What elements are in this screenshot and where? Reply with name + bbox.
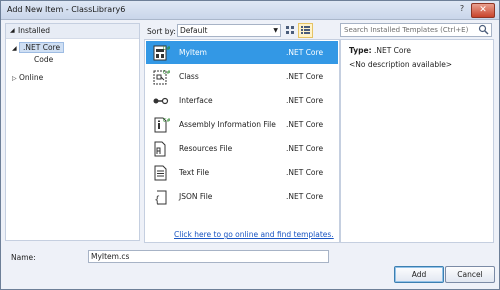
svg-text:C#: C# xyxy=(163,118,170,124)
tree-item-label: Code xyxy=(34,55,54,64)
list-view-button[interactable] xyxy=(298,23,313,38)
template-tag: .NET Core xyxy=(286,48,324,57)
tree-item-code[interactable]: Code xyxy=(34,54,53,65)
online-templates-link[interactable]: Click here to go online and find templat… xyxy=(174,230,334,239)
template-tag: .NET Core xyxy=(286,144,324,153)
title-bar: Add New Item - ClassLibrary6 ? ✕ xyxy=(1,1,499,20)
template-row-resources-file[interactable]: Resources File .NET Core xyxy=(146,137,338,160)
template-name: Interface xyxy=(179,96,213,105)
close-button[interactable]: ✕ xyxy=(471,3,495,18)
help-button[interactable]: ? xyxy=(455,4,469,16)
expand-arrow-icon: ◢ xyxy=(12,45,17,52)
type-label: Type: xyxy=(349,46,372,55)
dropdown-arrow-icon: ▼ xyxy=(273,27,278,34)
text-file-icon xyxy=(154,165,167,181)
tree-item-net-core[interactable]: ◢ .NET Core xyxy=(12,42,65,53)
template-row-myitem[interactable]: C# MyItem .NET Core xyxy=(146,41,338,64)
json-file-icon: { xyxy=(154,190,167,206)
search-placeholder: Search Installed Templates (Ctrl+E) xyxy=(344,26,469,34)
template-row-assembly-info[interactable]: C# Assembly Information File .NET Core xyxy=(146,113,338,136)
template-search-input[interactable]: Search Installed Templates (Ctrl+E) xyxy=(340,23,492,37)
tree-item-label: .NET Core xyxy=(19,42,65,53)
name-label: Name: xyxy=(11,253,36,262)
sort-by-value: Default xyxy=(180,26,208,35)
add-new-item-dialog: Add New Item - ClassLibrary6 ? ✕ ◢ Insta… xyxy=(0,0,500,290)
template-tag: .NET Core xyxy=(286,168,324,177)
svg-text:{: { xyxy=(154,195,160,206)
template-type: Type: .NET Core xyxy=(349,46,411,55)
svg-text:C#: C# xyxy=(163,46,170,52)
template-tag: .NET Core xyxy=(286,96,324,105)
collapse-arrow-icon: ◢ xyxy=(10,27,15,34)
grid-view-icon xyxy=(286,26,294,34)
list-view-icon xyxy=(301,26,310,34)
template-description: <No description available> xyxy=(349,60,453,69)
template-row-class[interactable]: C# Class .NET Core xyxy=(146,65,338,88)
template-details-panel: Type: .NET Core <No description availabl… xyxy=(340,39,494,243)
installed-header[interactable]: ◢ Installed xyxy=(6,24,139,39)
assembly-info-icon: C# xyxy=(154,117,170,133)
name-input[interactable]: MyItem.cs xyxy=(88,250,329,263)
interface-icon xyxy=(153,97,169,105)
template-tag: .NET Core xyxy=(286,72,324,81)
template-tag: .NET Core xyxy=(286,192,324,201)
sort-by-select[interactable]: Default ▼ xyxy=(177,24,281,37)
class-icon: C# xyxy=(153,70,170,85)
template-row-interface[interactable]: Interface .NET Core xyxy=(146,89,338,112)
tree-item-online[interactable]: ▷ Online xyxy=(12,72,43,83)
template-name: Text File xyxy=(179,168,210,177)
collapsed-arrow-icon: ▷ xyxy=(12,75,17,82)
template-name: Assembly Information File xyxy=(179,120,276,129)
installed-label: Installed xyxy=(18,26,50,35)
add-button[interactable]: Add xyxy=(394,266,444,283)
template-name: Resources File xyxy=(179,144,233,153)
resources-file-icon xyxy=(154,141,166,157)
sort-by-label: Sort by: xyxy=(147,27,176,36)
type-value: .NET Core xyxy=(373,46,412,55)
category-tree-panel: ◢ Installed ◢ .NET Core Code ▷ Online xyxy=(5,23,140,241)
search-icon xyxy=(478,24,489,35)
template-list: C# MyItem .NET Core C# Class .NET Core I… xyxy=(144,39,340,243)
template-name: Class xyxy=(179,72,199,81)
template-name: MyItem xyxy=(179,48,207,57)
template-row-text-file[interactable]: Text File .NET Core xyxy=(146,161,338,184)
myitem-icon: C# xyxy=(153,45,170,61)
cancel-button[interactable]: Cancel xyxy=(445,266,495,283)
svg-text:C#: C# xyxy=(163,70,170,76)
window-title: Add New Item - ClassLibrary6 xyxy=(7,5,126,14)
template-name: JSON File xyxy=(179,192,213,201)
template-tag: .NET Core xyxy=(286,120,324,129)
sort-toolbar: Sort by: Default ▼ xyxy=(145,23,335,39)
tree-item-label: Online xyxy=(19,73,44,82)
small-icons-view-button[interactable] xyxy=(283,23,298,38)
template-row-json-file[interactable]: { JSON File .NET Core xyxy=(146,185,338,208)
